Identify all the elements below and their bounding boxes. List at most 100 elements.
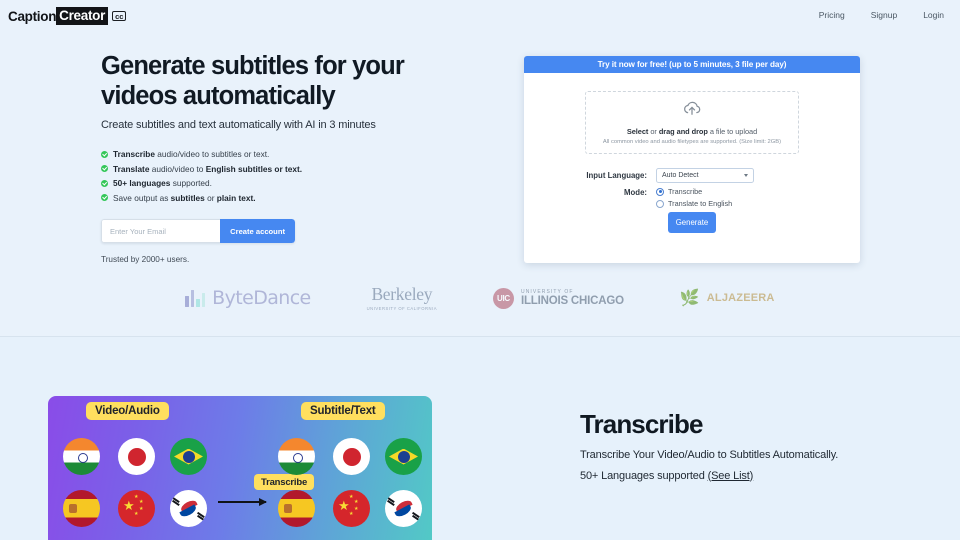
mode-radio-group: Transcribe Translate to English bbox=[656, 187, 732, 211]
feature-bold-2: plain text. bbox=[216, 192, 256, 203]
nav-links: Pricing Signup Login bbox=[819, 10, 944, 20]
nav-link-pricing[interactable]: Pricing bbox=[819, 10, 845, 20]
brazil-globe bbox=[182, 450, 195, 463]
transcribe-illustration: Video/Audio Subtitle/Text Transcribe ★ ★… bbox=[48, 396, 432, 540]
arrow-right-icon bbox=[218, 497, 267, 507]
see-list-link[interactable]: (See List) bbox=[708, 470, 754, 482]
hero-title-line-1: Generate subtitles for your bbox=[101, 52, 405, 80]
japan-flag bbox=[118, 438, 155, 475]
input-language-select[interactable]: Auto Detect bbox=[656, 168, 754, 183]
dropzone-drag-word: drag and drop bbox=[658, 126, 708, 136]
china-star: ★ bbox=[354, 499, 359, 505]
uic-badge-icon: UIC bbox=[492, 287, 514, 309]
feature-text: Translate audio/video to English subtitl… bbox=[113, 162, 302, 177]
feature-plain: audio/video to bbox=[149, 163, 206, 174]
email-field[interactable] bbox=[101, 219, 221, 244]
radio-button-unselected[interactable] bbox=[656, 199, 664, 208]
free-trial-banner: Try it now for free! (up to 5 minutes, 3… bbox=[524, 56, 860, 73]
china-star: ★ bbox=[349, 494, 354, 500]
aljazeera-wordmark: ALJAZEERA bbox=[706, 292, 775, 305]
check-circle-icon bbox=[101, 179, 108, 187]
check-circle-icon bbox=[101, 165, 108, 173]
feature-plain: Save output as bbox=[113, 192, 171, 203]
list-item: 50+ languages supported. bbox=[101, 176, 501, 191]
china-star: ★ bbox=[139, 499, 144, 505]
feature-bold: Transcribe bbox=[113, 149, 155, 160]
uic-wordmark: UNIVERSITY OF ILLINOIS CHICAGO bbox=[520, 289, 624, 307]
feature-plain-2: or bbox=[204, 192, 217, 203]
chevron-down-icon bbox=[744, 174, 748, 177]
china-flag: ★ ★ ★ ★ ★ bbox=[333, 490, 370, 527]
closed-caption-icon: cc bbox=[112, 10, 127, 22]
transcribe-description: Transcribe Your Video/Audio to Subtitles… bbox=[580, 448, 839, 461]
japan-flag bbox=[333, 438, 370, 475]
feature-text: 50+ languages supported. bbox=[113, 176, 212, 191]
brand-uic: UIC UNIVERSITY OF ILLINOIS CHICAGO bbox=[492, 287, 624, 309]
nav-link-login[interactable]: Login bbox=[923, 10, 944, 20]
transcribe-heading: Transcribe bbox=[580, 409, 703, 439]
hero-left-column: Generate subtitles for your videos autom… bbox=[101, 52, 501, 264]
site-logo[interactable]: Caption Creator cc bbox=[8, 7, 127, 25]
radio-option-transcribe[interactable]: Transcribe bbox=[656, 187, 732, 196]
brand-aljazeera: 🌿 ALJAZEERA bbox=[680, 288, 775, 308]
china-star: ★ bbox=[139, 506, 144, 512]
uic-bottom-line: ILLINOIS CHICAGO bbox=[520, 294, 624, 307]
create-account-button[interactable]: Create account bbox=[220, 219, 295, 244]
input-language-row: Input Language: Auto Detect bbox=[564, 168, 860, 183]
china-star: ★ bbox=[134, 494, 139, 500]
transcribe-languages-line: 50+ Languages supported (See List) bbox=[580, 470, 920, 482]
list-item: Save output as subtitles or plain text. bbox=[101, 191, 501, 206]
feature-plain: supported. bbox=[170, 178, 212, 189]
brazil-flag bbox=[170, 438, 207, 475]
radio-option-translate[interactable]: Translate to English bbox=[656, 199, 732, 208]
brand-berkeley: Berkeley UNIVERSITY OF CALIFORNIA bbox=[366, 285, 437, 311]
dropzone-plain-2: a file to upload bbox=[707, 126, 758, 136]
bytedance-bars-icon bbox=[185, 289, 206, 307]
china-star: ★ bbox=[354, 506, 359, 512]
china-star: ★ bbox=[123, 498, 135, 513]
feature-text: Transcribe audio/video to subtitles or t… bbox=[113, 147, 269, 162]
brand-bytedance: ByteDance bbox=[185, 287, 311, 310]
generate-button[interactable]: Generate bbox=[668, 212, 716, 233]
hero-title-line-2: videos automatically bbox=[101, 81, 336, 110]
brazil-flag bbox=[385, 438, 422, 475]
hero-subtitle: Create subtitles and text automatically … bbox=[101, 119, 376, 132]
feature-bold: subtitles bbox=[170, 192, 205, 203]
brazil-globe bbox=[397, 450, 410, 463]
china-star: ★ bbox=[349, 511, 354, 517]
radio-label-translate: Translate to English bbox=[668, 199, 733, 208]
feature-bold: Translate bbox=[113, 163, 150, 174]
logo-text-creator: Creator bbox=[56, 7, 109, 25]
feature-text: Save output as subtitles or plain text. bbox=[113, 191, 256, 206]
china-star: ★ bbox=[338, 498, 350, 513]
nav-link-signup[interactable]: Signup bbox=[871, 10, 897, 20]
page-title: Generate subtitles for your videos autom… bbox=[101, 52, 501, 111]
list-item: Translate audio/video to English subtitl… bbox=[101, 162, 501, 177]
trusted-by-text: Trusted by 2000+ users. bbox=[101, 255, 190, 265]
china-flag: ★ ★ ★ ★ ★ bbox=[118, 490, 155, 527]
input-language-value: Auto Detect bbox=[662, 172, 699, 179]
check-circle-icon bbox=[101, 150, 108, 158]
tag-transcribe: Transcribe bbox=[254, 474, 315, 490]
radio-button-selected[interactable] bbox=[656, 187, 664, 196]
transcribe-section: Transcribe Transcribe Your Video/Audio t… bbox=[580, 410, 920, 482]
input-language-label: Input Language: bbox=[586, 171, 647, 180]
cloud-upload-icon bbox=[682, 101, 702, 122]
spain-flag bbox=[278, 490, 315, 527]
dropzone-sub-text: All common video and audio filetypes are… bbox=[602, 138, 782, 145]
upload-form-controls: Input Language: Auto Detect Mode: Transc… bbox=[524, 168, 860, 211]
top-navigation-bar: Caption Creator cc Pricing Signup Login bbox=[0, 0, 960, 30]
india-flag bbox=[278, 438, 315, 475]
bytedance-wordmark: ByteDance bbox=[212, 287, 311, 310]
dropzone-plain-1: or bbox=[648, 126, 659, 136]
list-item: Transcribe audio/video to subtitles or t… bbox=[101, 147, 501, 162]
spain-flag bbox=[63, 490, 100, 527]
feature-bold-2: English subtitles or text. bbox=[205, 163, 303, 174]
berkeley-subtext: UNIVERSITY OF CALIFORNIA bbox=[366, 305, 437, 311]
mode-row: Mode: Transcribe Translate to English bbox=[564, 187, 860, 211]
languages-supported-text: 50+ Languages supported bbox=[580, 469, 708, 482]
china-star: ★ bbox=[134, 511, 139, 517]
feature-plain: audio/video to subtitles or text. bbox=[154, 149, 270, 160]
file-dropzone[interactable]: Select or drag and drop a file to upload… bbox=[585, 91, 799, 154]
signup-form: Create account bbox=[101, 219, 295, 244]
